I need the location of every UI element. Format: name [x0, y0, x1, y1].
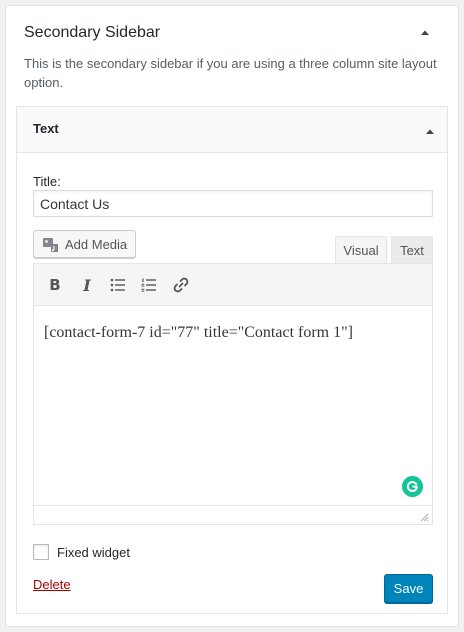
bold-button[interactable]: B [42, 272, 68, 298]
tab-text[interactable]: Text [391, 236, 433, 264]
insert-link-button[interactable] [168, 272, 194, 298]
sidebar-description: This is the secondary sidebar if you are… [24, 56, 437, 90]
link-icon [173, 277, 189, 293]
numbered-list-icon [141, 278, 156, 292]
sidebar-title: Secondary Sidebar [24, 24, 161, 41]
widget-header[interactable]: Text [17, 107, 447, 153]
grammarly-icon[interactable] [402, 476, 423, 497]
editor-content[interactable]: [contact-form-7 id="77" title="Contact f… [34, 307, 432, 505]
bulleted-list-icon [110, 278, 125, 292]
triangle-up-icon[interactable] [423, 125, 437, 137]
fixed-widget-label: Fixed widget [57, 545, 130, 560]
tab-visual[interactable]: Visual [335, 236, 387, 264]
triangle-up-icon[interactable] [418, 26, 432, 40]
text-widget: Text Title: Add Media Visual Text B I [16, 106, 448, 614]
fixed-widget-checkbox[interactable] [33, 544, 49, 560]
editor-statusbar [34, 505, 432, 524]
title-input[interactable] [33, 190, 433, 217]
editor-toolbar: B I [34, 264, 432, 306]
delete-link[interactable]: Delete [33, 577, 71, 592]
add-media-button[interactable]: Add Media [33, 230, 136, 258]
widget-title: Text [33, 121, 59, 136]
editor-text: [contact-form-7 id="77" title="Contact f… [44, 324, 353, 341]
bulleted-list-button[interactable] [105, 272, 131, 298]
title-label: Title: [33, 174, 61, 189]
numbered-list-button[interactable] [136, 272, 162, 298]
media-icon [43, 238, 58, 252]
editor: B I [contact-form-7 id="77" title="Conta… [33, 263, 433, 525]
italic-button[interactable]: I [74, 272, 100, 298]
secondary-sidebar-panel: Secondary Sidebar This is the secondary … [5, 5, 459, 627]
add-media-label: Add Media [65, 237, 128, 252]
save-button[interactable]: Save [384, 574, 433, 603]
resize-handle-icon[interactable] [419, 512, 429, 522]
